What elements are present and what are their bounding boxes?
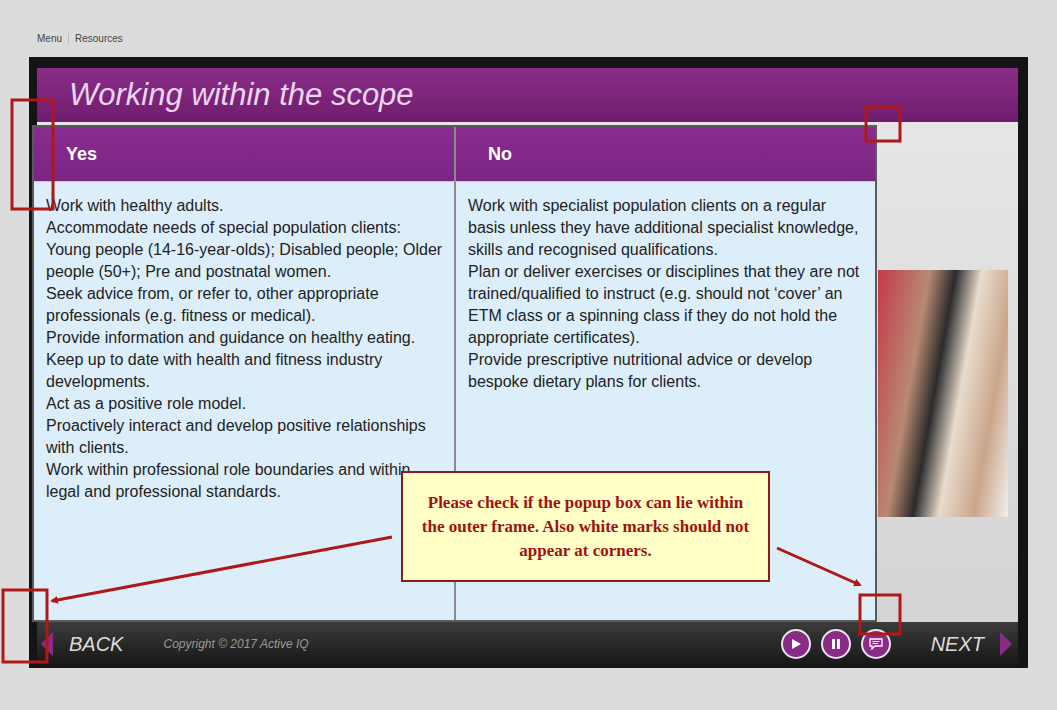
copyright: Copyright © 2017 Active IQ: [163, 637, 308, 651]
captions-button[interactable]: [861, 629, 891, 659]
list-item: Work within professional role boundaries…: [46, 459, 444, 503]
pause-icon: [830, 638, 842, 650]
navigation-bar: BACK Copyright © 2017 Active IQ NEXT: [37, 622, 1018, 666]
list-item: Accommodate needs of special population …: [46, 217, 444, 283]
play-icon: [790, 638, 802, 650]
arrow: [777, 548, 860, 585]
back-button[interactable]: BACK: [41, 632, 123, 656]
next-label: NEXT: [931, 633, 984, 656]
annotation-marks: [0, 0, 1057, 710]
highlight-box: [3, 590, 47, 662]
arrow: [52, 537, 392, 601]
column-cell: Work with healthy adults.Accommodate nee…: [34, 182, 454, 620]
photo: [878, 270, 1008, 517]
slide-title-bar: Working within the scope: [37, 68, 1018, 122]
list-item: Work with healthy adults.: [46, 195, 444, 217]
highlight-box: [12, 100, 53, 209]
list-item: Seek advice from, or refer to, other app…: [46, 283, 444, 327]
list-item: Act as a positive role model.: [46, 393, 444, 415]
review-note: Please check if the popup box can lie wi…: [401, 471, 770, 582]
review-note-text: Please check if the popup box can lie wi…: [417, 491, 754, 563]
list-item: Work with specialist population clients …: [468, 195, 865, 261]
list-item: Plan or deliver exercises or disciplines…: [468, 261, 865, 349]
breadcrumb-link[interactable]: Resources: [68, 33, 123, 44]
back-label: BACK: [69, 633, 123, 656]
breadcrumb-bar: Menu Resources: [0, 0, 1057, 57]
play-button[interactable]: [781, 629, 811, 659]
next-button[interactable]: NEXT: [931, 632, 1012, 656]
pause-button[interactable]: [821, 629, 851, 659]
column-header: Yes: [34, 127, 454, 182]
speech-bubble-icon: [869, 638, 883, 650]
highlight-box: [860, 595, 900, 634]
list-item: Provide information and guidance on heal…: [46, 327, 444, 349]
next-arrow-icon: [1000, 632, 1012, 656]
list-item: Provide prescriptive nutritional advice …: [468, 349, 865, 393]
list-item: Keep up to date with health and fitness …: [46, 349, 444, 393]
slide-player-page: Menu Resources Working within the scope BAC…: [0, 0, 1057, 710]
slide-title: Working within the scope: [69, 77, 414, 113]
back-arrow-icon: [41, 632, 53, 656]
column-header: No: [454, 127, 875, 182]
breadcrumb-link[interactable]: Menu: [37, 33, 62, 44]
highlight-box: [866, 107, 900, 141]
list-item: Proactively interact and develop positiv…: [46, 415, 444, 459]
